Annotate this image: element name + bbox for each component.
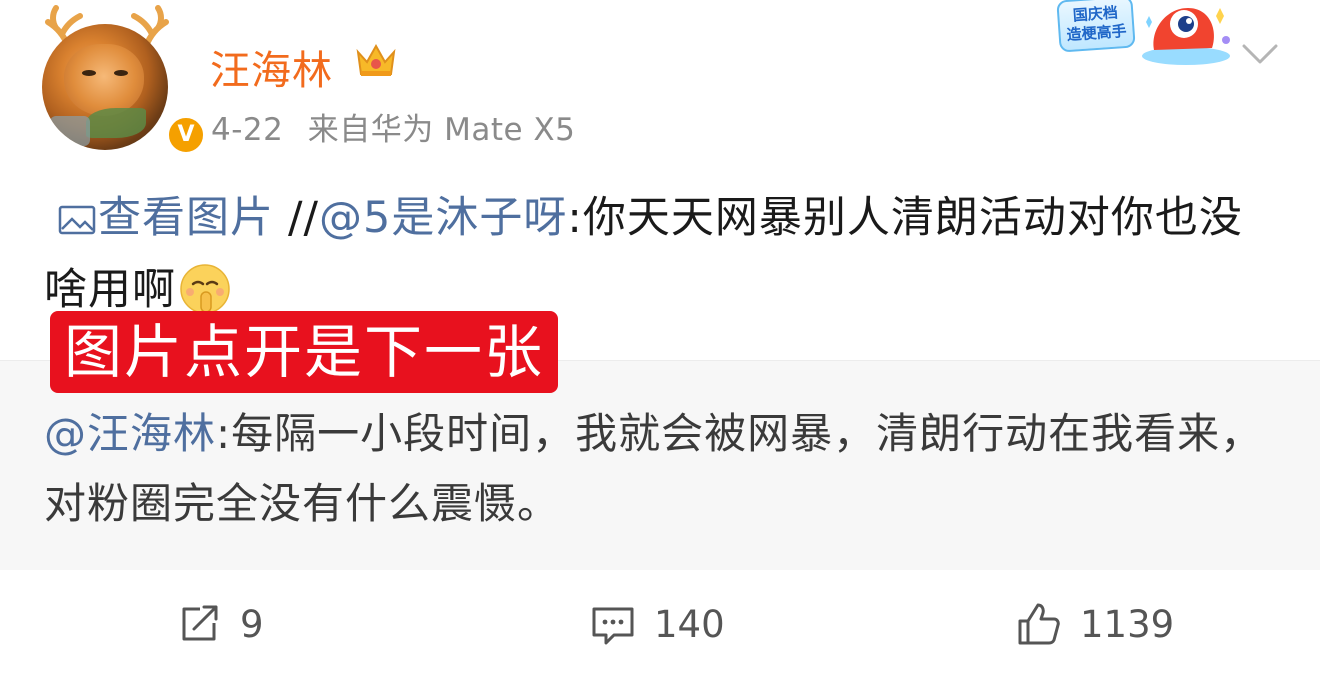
chevron-down-icon[interactable] xyxy=(1236,30,1284,78)
picture-icon xyxy=(58,205,96,235)
crown-icon xyxy=(356,43,396,76)
retweet-body: @汪海林:每隔一小段时间，我就会被网暴，清朗行动在我看来，对粉圈完全没有什么震慑… xyxy=(44,399,1284,539)
post-date: 4-22 xyxy=(211,112,284,148)
avatar-image xyxy=(42,24,168,150)
like-count: 1139 xyxy=(1080,602,1175,646)
repost-icon xyxy=(182,605,218,641)
repost-button[interactable]: 9 xyxy=(176,598,264,650)
verified-badge-icon: V xyxy=(166,115,206,155)
retweet-author-mention[interactable]: @汪海林 xyxy=(44,409,216,458)
like-button[interactable]: 1139 xyxy=(1016,598,1174,650)
action-bar: 9 140 1139 xyxy=(0,570,1320,679)
mascot-icon xyxy=(1142,8,1230,65)
comment-count: 140 xyxy=(654,602,725,646)
quoted-user-mention[interactable]: @5是沐子呀 xyxy=(319,193,567,243)
post-header: V 汪海林 4-22 来自华为 Mate X5 国庆档 造梗高手 xyxy=(0,0,1320,170)
author-name[interactable]: 汪海林 xyxy=(210,38,333,96)
thumbs-up-icon xyxy=(1018,603,1060,645)
sticker-line2: 造梗高手 xyxy=(1066,21,1128,45)
post-source: 来自华为 Mate X5 xyxy=(307,112,576,148)
post-body: 查看图片//@5是沐子呀:你天天网暴别人清朗活动对你也没啥用啊 xyxy=(44,182,1274,326)
comment-button[interactable]: 140 xyxy=(590,598,725,650)
shush-emoji xyxy=(180,264,230,314)
author-avatar[interactable]: V xyxy=(36,0,206,160)
sticker-label: 国庆档 造梗高手 xyxy=(1056,0,1136,53)
view-image-link[interactable]: 查看图片 xyxy=(58,193,274,243)
comment-icon xyxy=(592,607,634,645)
repost-separator: // xyxy=(288,193,319,243)
retweet-text: :每隔一小段时间，我就会被网暴，清朗行动在我看来，对粉圈完全没有什么震慑。 xyxy=(44,409,1264,528)
overlay-caption: 图片点开是下一张 xyxy=(50,311,559,393)
holiday-sticker[interactable]: 国庆档 造梗高手 xyxy=(1044,0,1240,66)
post-meta: 4-22 来自华为 Mate X5 xyxy=(211,104,589,149)
view-image-label: 查看图片 xyxy=(98,193,274,243)
repost-count: 9 xyxy=(240,602,264,646)
